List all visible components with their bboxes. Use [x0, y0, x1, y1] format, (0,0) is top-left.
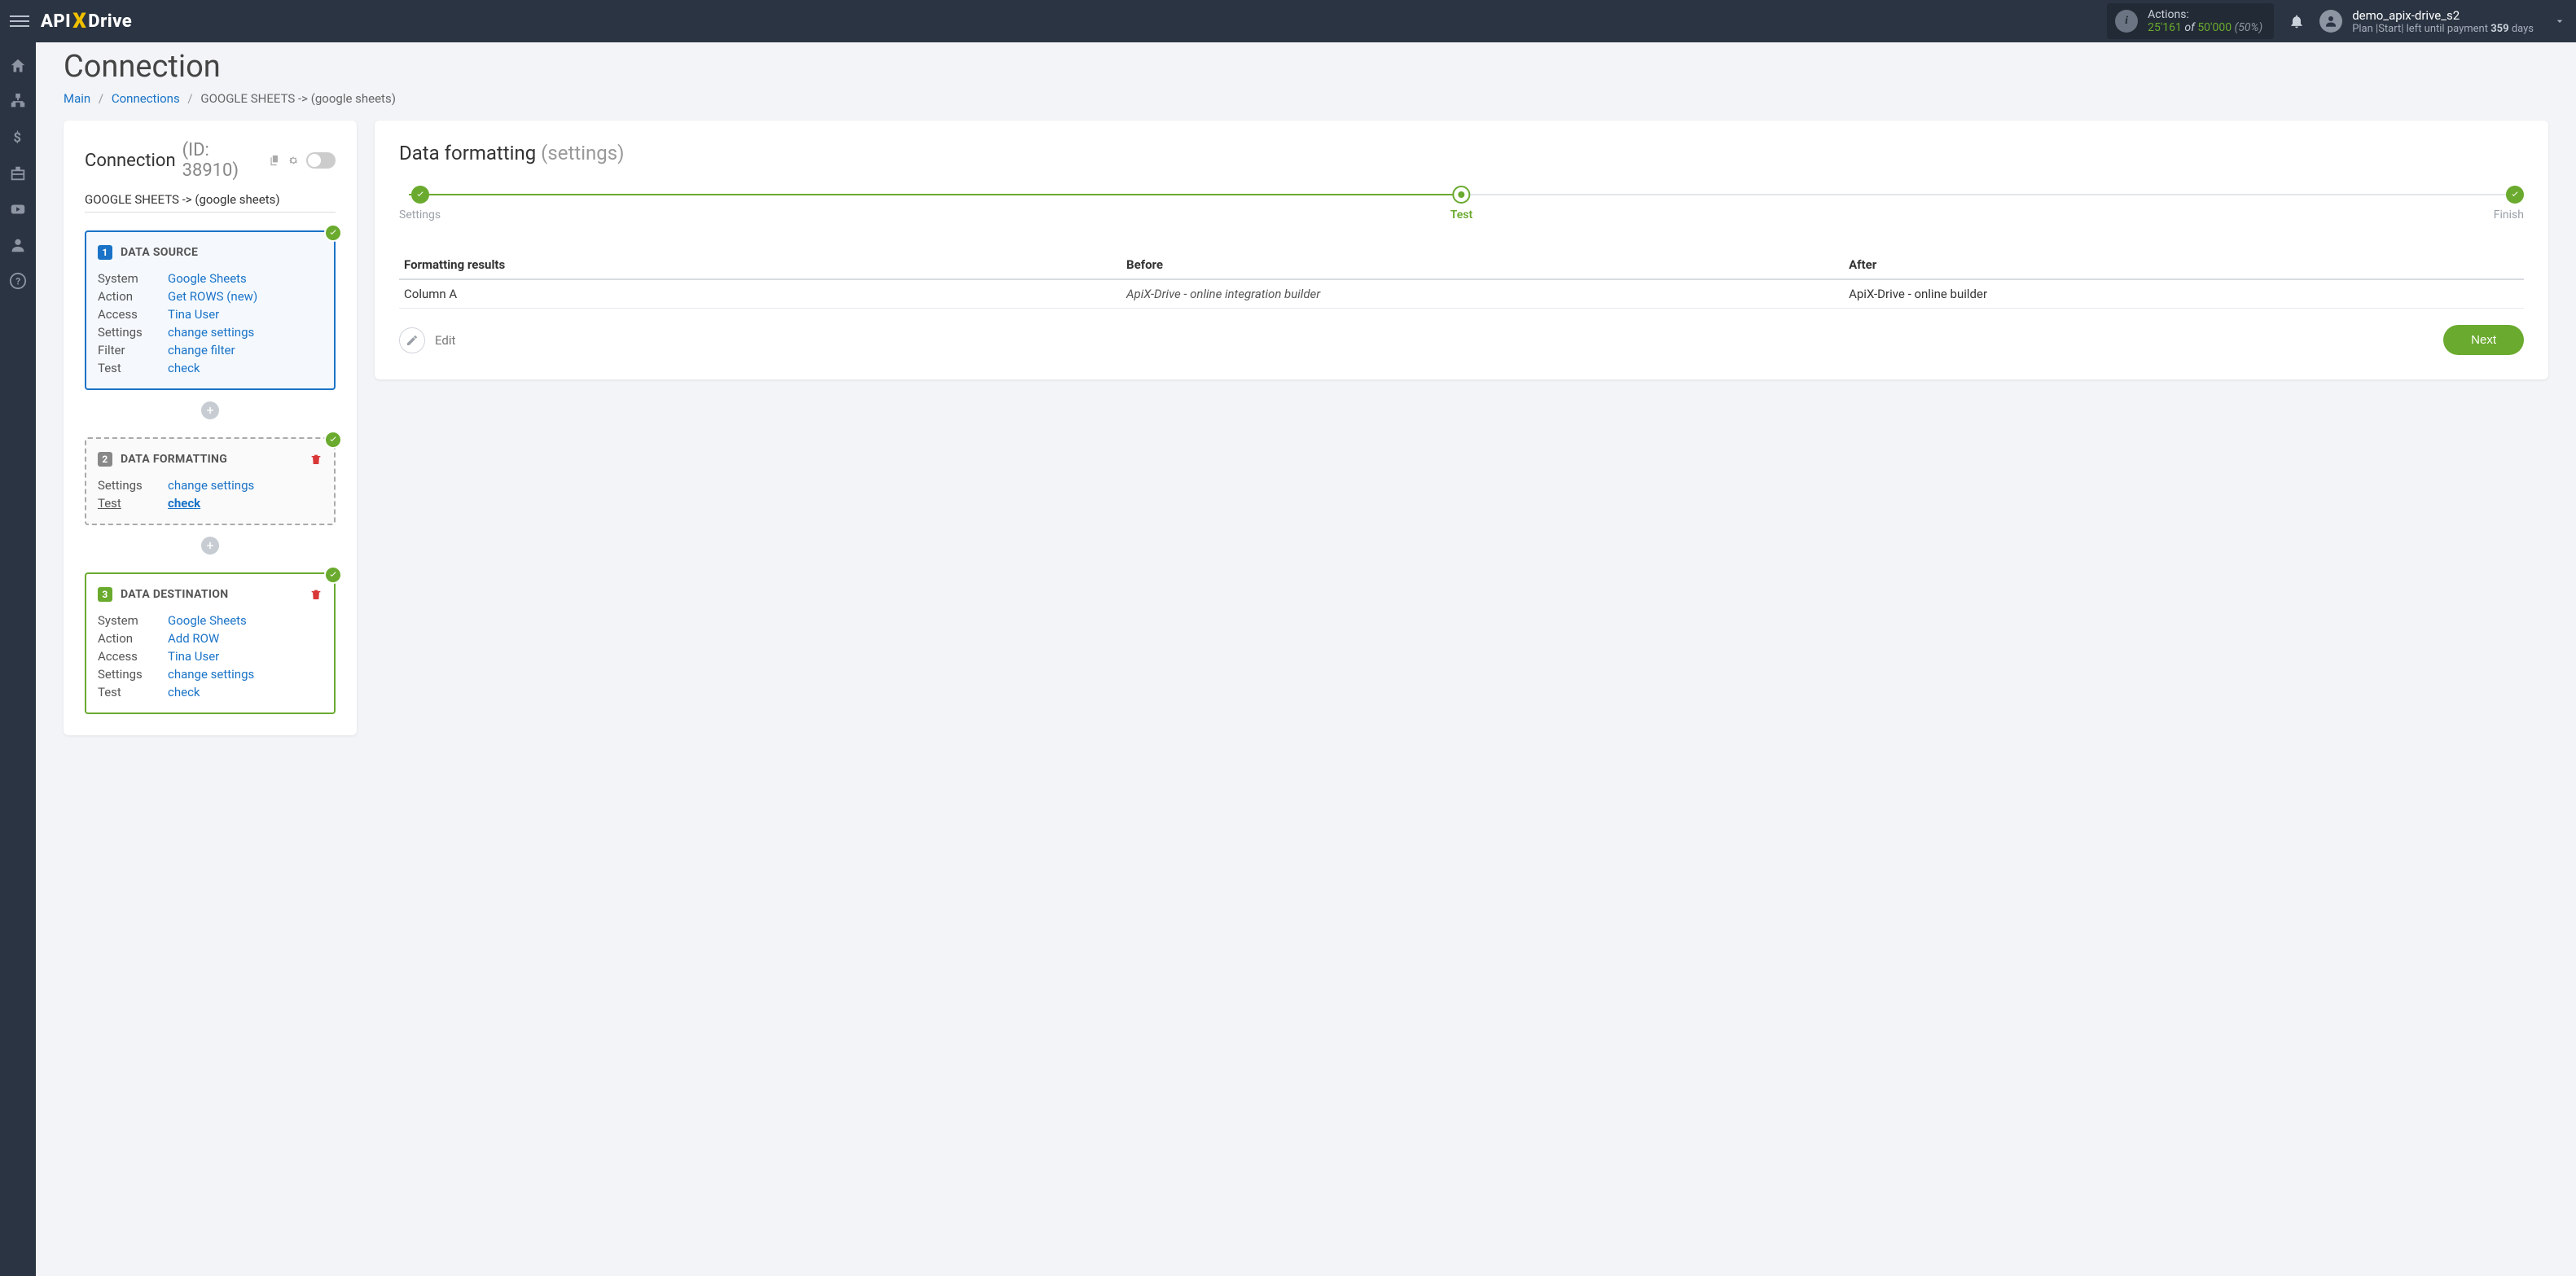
check-icon: [324, 566, 342, 584]
sitemap-icon[interactable]: [9, 93, 27, 111]
user-icon[interactable]: [9, 236, 27, 254]
step-finish[interactable]: Finish: [2494, 186, 2524, 221]
crumb-current: GOOGLE SHEETS -> (google sheets): [200, 91, 396, 106]
step-number: 3: [98, 587, 112, 602]
step-test[interactable]: Test: [1450, 186, 1472, 221]
check-icon: [324, 224, 342, 242]
actions-label: Actions:: [2148, 8, 2262, 21]
edit-button[interactable]: Edit: [399, 327, 455, 353]
step-title: DATA FORMATTING: [121, 453, 227, 466]
chevron-down-icon: [2553, 15, 2566, 28]
avatar-icon: [2319, 10, 2342, 33]
main-panel: Data formatting (settings) Settings Test…: [375, 121, 2548, 379]
main-subtitle: (settings): [541, 142, 624, 164]
svg-text:$: $: [14, 131, 21, 147]
logo[interactable]: APIXDrive: [41, 9, 132, 33]
col-before: Before: [1121, 251, 1844, 279]
step-data-formatting[interactable]: 2 DATA FORMATTING Settingschange setting…: [85, 437, 336, 525]
breadcrumb: Main / Connections / GOOGLE SHEETS -> (g…: [64, 91, 2548, 106]
connection-toggle[interactable]: [306, 152, 336, 169]
actions-of: of: [2184, 21, 2194, 34]
results-table: Formatting results Before After Column A…: [399, 251, 2524, 309]
logo-drive: Drive: [88, 11, 132, 32]
actions-pct: (50%): [2235, 21, 2263, 34]
step-data-source[interactable]: 1 DATA SOURCE SystemGoogle Sheets Action…: [85, 230, 336, 390]
actions-total: 50'000: [2197, 21, 2232, 34]
wizard-stepper: Settings Test Finish: [399, 186, 2524, 226]
svg-text:?: ?: [15, 276, 20, 287]
trash-icon[interactable]: [309, 453, 323, 466]
step-settings[interactable]: Settings: [399, 186, 441, 221]
logo-x: X: [72, 9, 86, 33]
main-title: Data formatting: [399, 142, 536, 164]
step-title: DATA SOURCE: [121, 246, 198, 259]
actions-box[interactable]: i Actions: 25'161 of 50'000 (50%): [2107, 3, 2274, 39]
check-icon: [324, 431, 342, 449]
step-title: DATA DESTINATION: [121, 588, 228, 601]
conn-title: Connection: [85, 151, 176, 171]
add-step-button[interactable]: +: [201, 537, 219, 555]
actions-used: 25'161: [2148, 21, 2182, 34]
user-menu[interactable]: demo_apix-drive_s2 Plan |Start| left unt…: [2319, 8, 2566, 35]
dollar-icon[interactable]: $: [9, 129, 27, 147]
topbar: APIXDrive i Actions: 25'161 of 50'000 (5…: [0, 0, 2576, 42]
crumb-connections[interactable]: Connections: [112, 91, 180, 106]
next-button[interactable]: Next: [2443, 325, 2524, 355]
add-step-button[interactable]: +: [201, 401, 219, 419]
help-icon[interactable]: ?: [9, 272, 27, 290]
conn-subtitle: GOOGLE SHEETS -> (google sheets): [85, 192, 336, 213]
gear-icon[interactable]: [287, 154, 300, 167]
page-title: Connection: [64, 42, 2548, 85]
step-data-destination[interactable]: 3 DATA DESTINATION SystemGoogle Sheets A…: [85, 572, 336, 714]
step-number: 1: [98, 245, 112, 260]
hamburger-icon[interactable]: [10, 11, 29, 31]
info-icon: i: [2115, 10, 2138, 33]
side-rail: $ ?: [0, 42, 36, 1276]
table-row: Column A ApiX-Drive - online integration…: [399, 279, 2524, 309]
crumb-main[interactable]: Main: [64, 91, 90, 106]
col-after: After: [1844, 251, 2524, 279]
conn-id: (ID: 38910): [182, 140, 263, 181]
youtube-icon[interactable]: [9, 200, 27, 218]
briefcase-icon[interactable]: [9, 164, 27, 182]
connection-panel: Connection (ID: 38910) GOOGLE SHEETS -> …: [64, 121, 357, 735]
trash-icon[interactable]: [309, 588, 323, 601]
bell-icon[interactable]: [2289, 13, 2305, 29]
pencil-icon: [399, 327, 425, 353]
step-number: 2: [98, 452, 112, 467]
user-plan: Plan |Start| left until payment 359 days: [2352, 23, 2534, 35]
home-icon[interactable]: [9, 57, 27, 75]
user-name: demo_apix-drive_s2: [2352, 8, 2534, 23]
logo-api: API: [41, 11, 71, 32]
copy-icon[interactable]: [269, 154, 281, 167]
col-results: Formatting results: [399, 251, 1121, 279]
